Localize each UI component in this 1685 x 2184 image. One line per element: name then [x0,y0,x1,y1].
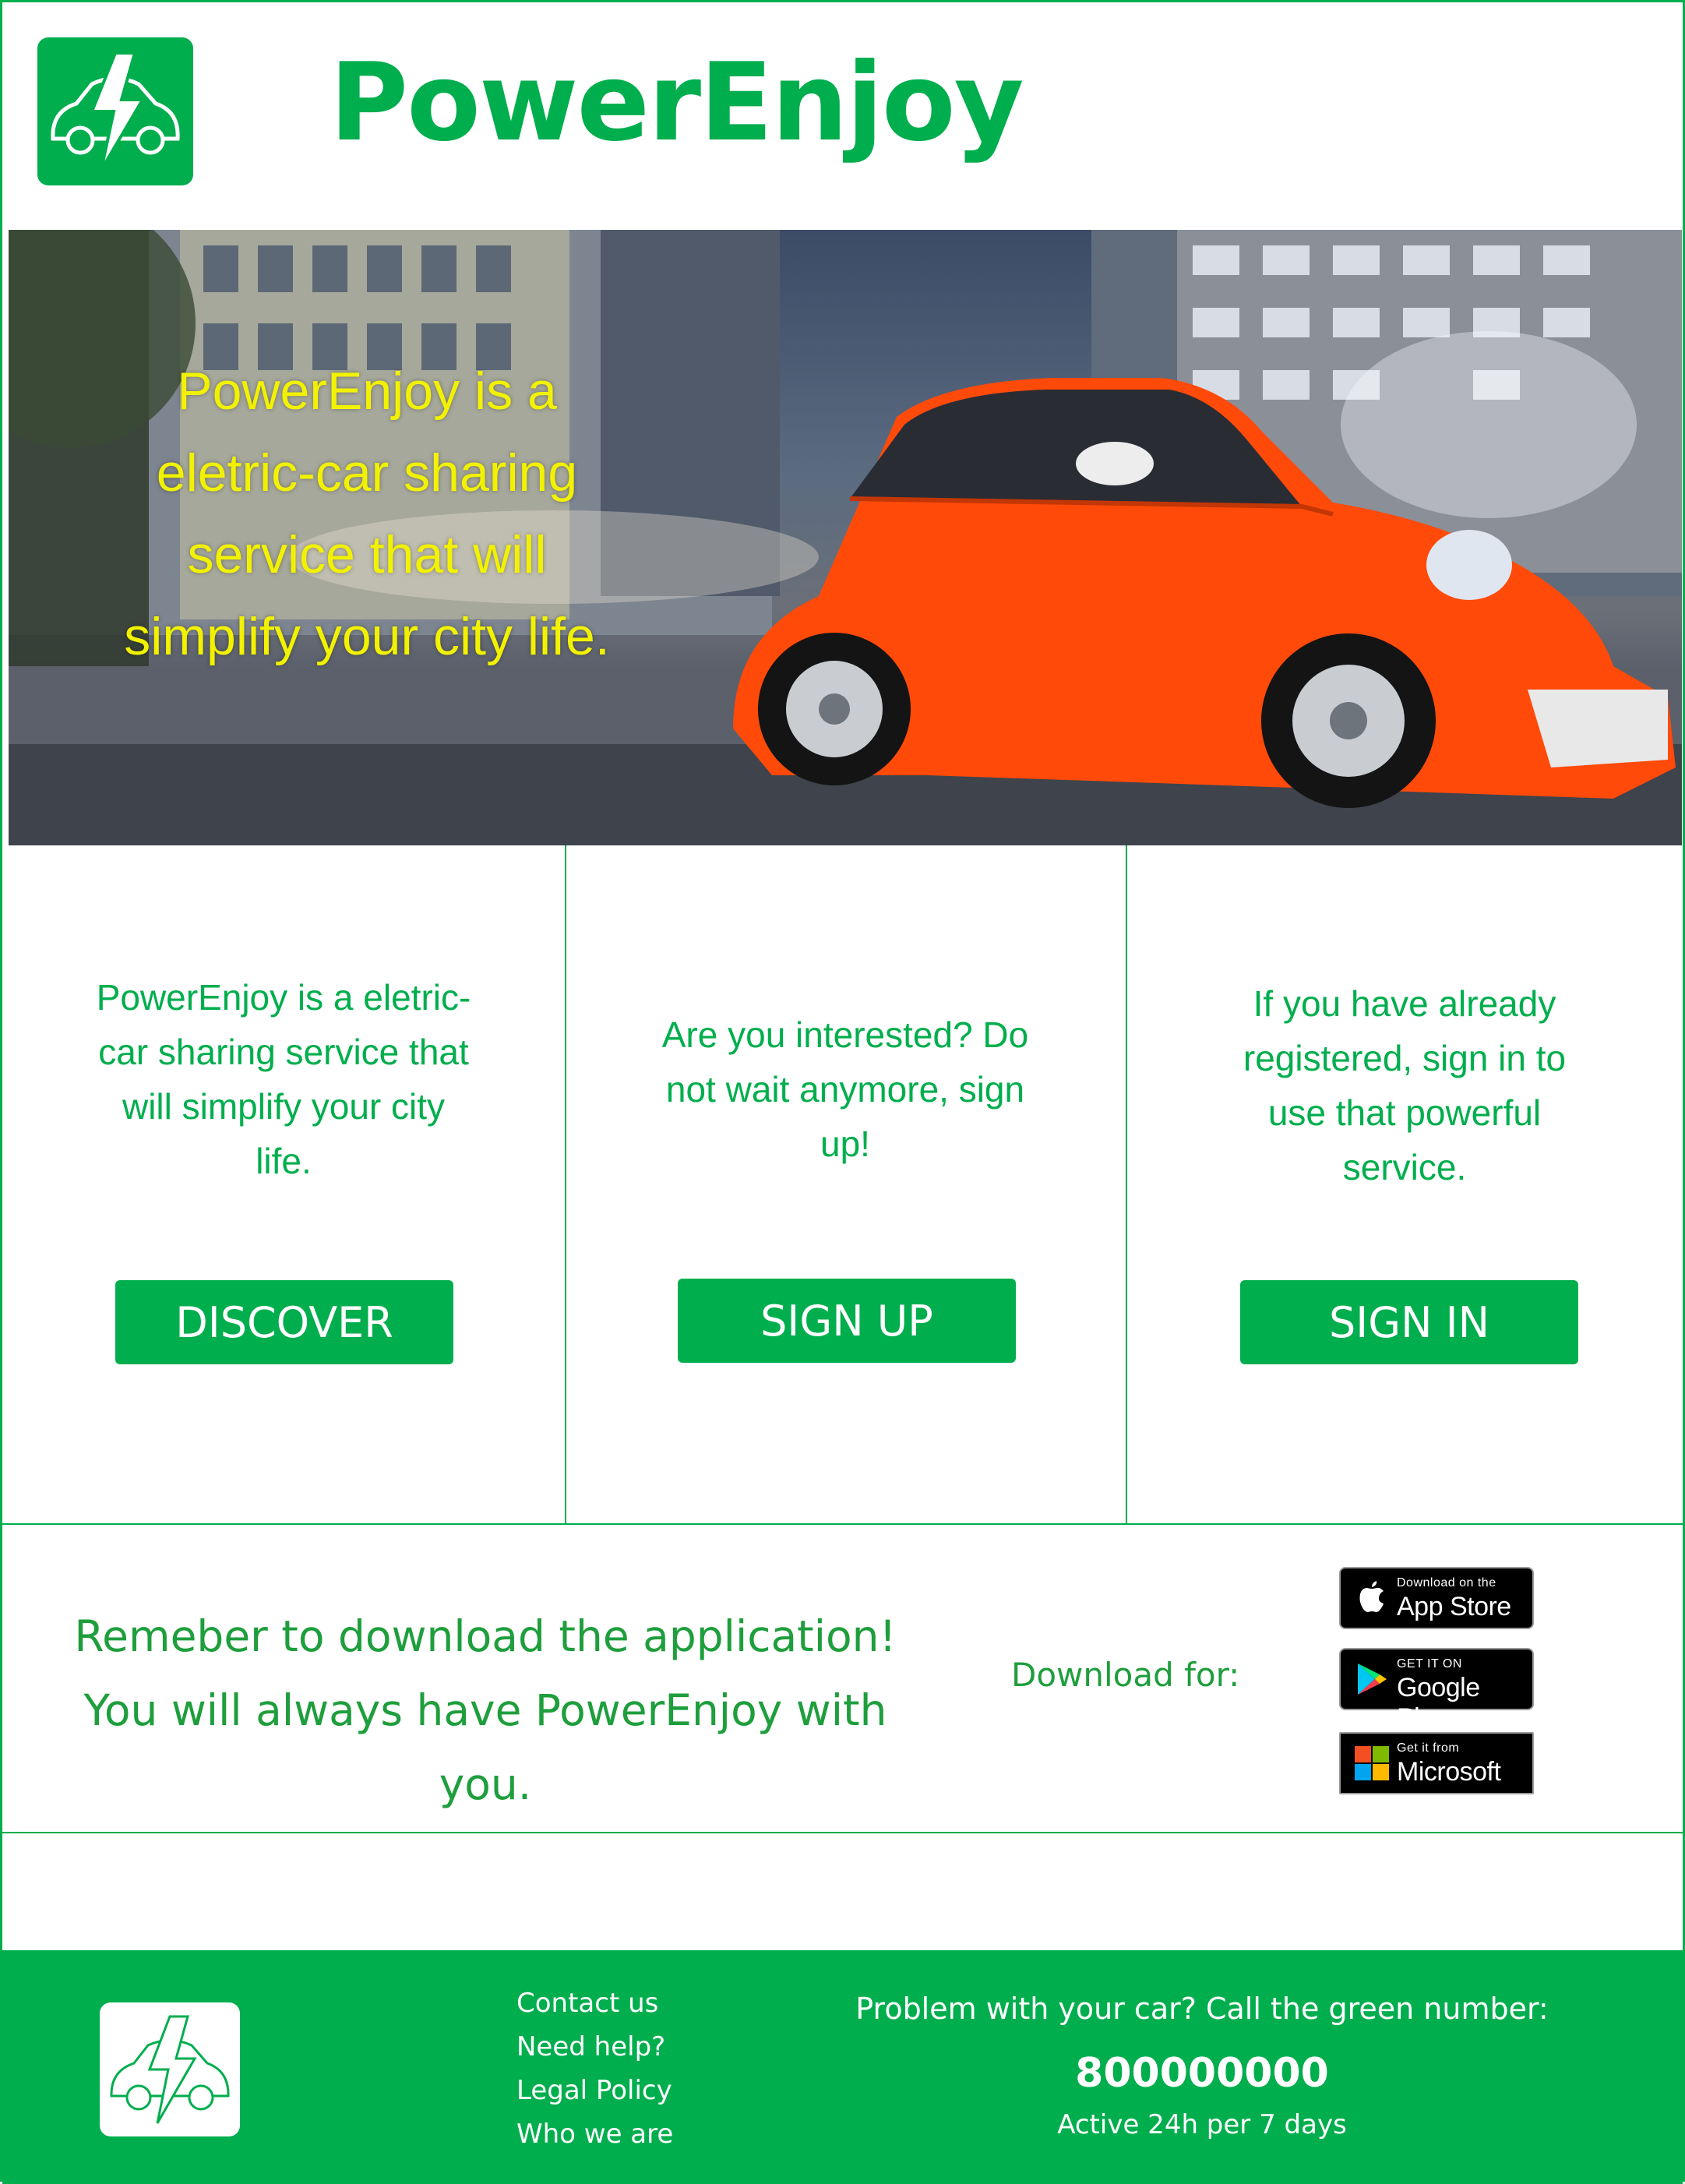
hero-banner: PowerEnjoy is a eletric-car sharing serv… [9,230,1682,845]
app-store-badge[interactable]: Download on the App Store [1339,1567,1534,1629]
sign-in-button[interactable]: SIGN IN [1240,1280,1578,1364]
support-question: Problem with your car? Call the green nu… [855,1992,1549,2026]
brand-title: PowerEnjoy [330,40,1024,165]
electric-car-bolt-icon [51,51,180,171]
who-we-are-link[interactable]: Who we are [516,2112,673,2156]
legal-policy-link[interactable]: Legal Policy [516,2069,673,2112]
footer-logo[interactable] [100,2002,240,2136]
download-line-1: Remeber to download the application! [74,1611,897,1661]
google-play-icon [1358,1664,1387,1695]
footer: Contact us Need help? Legal Policy Who w… [2,1950,1683,2184]
microsoft-store-badge[interactable]: Get it from Microsoft [1339,1732,1534,1794]
need-help-link[interactable]: Need help? [516,2025,673,2069]
contact-us-link[interactable]: Contact us [516,1981,673,2025]
feature-text: Are you interested? Do not wait anymore,… [661,1014,1029,1164]
microsoft-icon [1355,1746,1389,1780]
support-info: Problem with your car? Call the green nu… [836,1989,1568,2142]
feature-text: PowerEnjoy is a eletric-car sharing serv… [96,977,471,1181]
store-small-text: GET IT ON [1397,1657,1462,1671]
logo[interactable] [37,37,193,185]
electric-car-bolt-icon [110,2015,230,2124]
feature-signup: Are you interested? Do not wait anymore,… [565,845,1127,1523]
download-label: Download for: [1011,1656,1240,1694]
green-number[interactable]: 800000000 [836,2050,1568,2097]
store-name: Microsoft [1397,1757,1501,1787]
feature-signin: If you have already registered, sign in … [1127,845,1682,1523]
features-row: PowerEnjoy is a eletric-car sharing serv… [2,845,1683,1525]
feature-text: If you have already registered, sign in … [1243,983,1567,1187]
header: PowerEnjoy [2,2,1683,228]
apple-icon [1359,1581,1384,1612]
download-line-2: You will always have PowerEnjoy with you… [83,1685,887,1809]
feature-discover: PowerEnjoy is a eletric-car sharing serv… [2,845,566,1523]
sign-up-button[interactable]: SIGN UP [678,1279,1016,1363]
store-small-text: Get it from [1397,1741,1460,1755]
footer-links: Contact us Need help? Legal Policy Who w… [516,1981,673,2156]
page: PowerEnjoy PowerEnjoy is a eletric-car s… [0,0,1685,2184]
store-name: App Store [1397,1592,1511,1621]
discover-button[interactable]: DISCOVER [115,1280,453,1364]
store-small-text: Download on the [1397,1576,1496,1589]
hero-tagline: PowerEnjoy is a eletric-car sharing serv… [124,362,610,666]
download-message: Remeber to download the application! You… [33,1600,937,1822]
google-play-badge[interactable]: GET IT ON Google Play [1339,1648,1534,1733]
availability-text: Active 24h per 7 days [1057,2109,1347,2140]
download-section: Remeber to download the application! You… [2,1523,1683,1833]
store-name: Google Play [1397,1673,1480,1733]
